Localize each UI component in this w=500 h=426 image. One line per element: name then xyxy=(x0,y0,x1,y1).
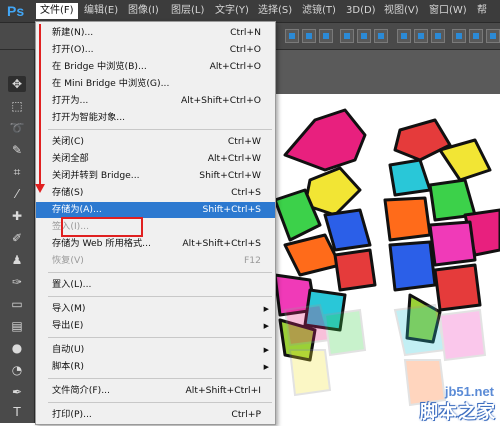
menu-separator xyxy=(48,272,272,273)
menu-item-browse-mini-bridge[interactable]: 在 Mini Bridge 中浏览(G)... xyxy=(36,76,275,92)
menu-item-open-as[interactable]: 打开为... Alt+Shift+Ctrl+O xyxy=(36,93,275,109)
menu-item-place[interactable]: 置入(L)... xyxy=(36,277,275,293)
pen-tool-icon[interactable]: ✒ xyxy=(8,384,26,400)
highlight-box xyxy=(61,217,143,237)
watermark-brand: 脚本之家 xyxy=(420,402,496,423)
distribute-hcenter-icon[interactable] xyxy=(469,29,483,43)
submenu-arrow-icon: ▶ xyxy=(263,346,269,354)
menu-item-file-info[interactable]: 文件简介(F)... Alt+Shift+Ctrl+I xyxy=(36,383,275,399)
blur-tool-icon[interactable]: ● xyxy=(8,340,26,356)
menu-item-save[interactable]: 存储(S) Ctrl+S xyxy=(36,185,275,201)
menu-help[interactable]: 帮 xyxy=(473,3,491,19)
menu-separator xyxy=(48,337,272,338)
submenu-arrow-icon: ▶ xyxy=(263,322,269,330)
menu-separator xyxy=(48,402,272,403)
crop-tool-icon[interactable]: ⌗ xyxy=(8,164,26,180)
dodge-tool-icon[interactable]: ◔ xyxy=(8,362,26,378)
move-tool-icon[interactable]: ✥ xyxy=(8,76,26,92)
align-bottom-icon[interactable] xyxy=(319,29,333,43)
menubar: Ps 文件(F) 编辑(E) 图像(I) 图层(L) 文字(Y) 选择(S) 滤… xyxy=(0,0,500,23)
menu-edit[interactable]: 编辑(E) xyxy=(80,3,122,19)
menu-item-close-go-bridge[interactable]: 关闭并转到 Bridge... Shift+Ctrl+W xyxy=(36,168,275,184)
menu-type[interactable]: 文字(Y) xyxy=(211,3,253,19)
menu-item-save-for-web[interactable]: 存储为 Web 所用格式... Alt+Shift+Ctrl+S xyxy=(36,236,275,252)
menu-item-open[interactable]: 打开(O)... Ctrl+O xyxy=(36,42,275,58)
menu-item-automate[interactable]: 自动(U) ▶ xyxy=(36,342,275,358)
distribute-vcenter-icon[interactable] xyxy=(414,29,428,43)
lasso-tool-icon[interactable]: ➰ xyxy=(8,120,26,136)
annotation-arrow-head-icon xyxy=(35,184,45,193)
history-brush-tool-icon[interactable]: ✑ xyxy=(8,274,26,290)
align-left-icon[interactable] xyxy=(340,29,354,43)
submenu-arrow-icon: ▶ xyxy=(263,363,269,371)
menu-layer[interactable]: 图层(L) xyxy=(167,3,208,19)
watermark-site: jb51.net xyxy=(444,384,494,399)
menu-item-browse-bridge[interactable]: 在 Bridge 中浏览(B)... Alt+Ctrl+O xyxy=(36,59,275,75)
menu-filter[interactable]: 滤镜(T) xyxy=(298,3,340,19)
menu-item-print[interactable]: 打印(P)... Ctrl+P xyxy=(36,407,275,423)
brush-tool-icon[interactable]: ✐ xyxy=(8,230,26,246)
quick-select-tool-icon[interactable]: ✎ xyxy=(8,142,26,158)
menu-item-scripts[interactable]: 脚本(R) ▶ xyxy=(36,359,275,375)
spot-healing-tool-icon[interactable]: ✚ xyxy=(8,208,26,224)
distribute-bottom-icon[interactable] xyxy=(431,29,445,43)
photoshop-logo: Ps xyxy=(7,3,25,19)
marquee-tool-icon[interactable]: ⬚ xyxy=(8,98,26,114)
menu-image[interactable]: 图像(I) xyxy=(124,3,163,19)
menu-item-import[interactable]: 导入(M) ▶ xyxy=(36,301,275,317)
tools-panel: ✥ ⬚ ➰ ✎ ⌗ ⁄ ✚ ✐ ♟ ✑ ▭ ▤ ● ◔ ✒ T xyxy=(0,50,35,423)
menu-item-open-smart-object[interactable]: 打开为智能对象... xyxy=(36,110,275,126)
type-tool-icon[interactable]: T xyxy=(8,404,26,420)
menu-item-export[interactable]: 导出(E) ▶ xyxy=(36,318,275,334)
menu-view[interactable]: 视图(V) xyxy=(380,3,423,19)
menu-item-save-as[interactable]: 存储为(A)... Shift+Ctrl+S xyxy=(36,202,275,218)
menu-item-revert: 恢复(V) F12 xyxy=(52,255,261,266)
file-menu-dropdown: 新建(N)... Ctrl+N 打开(O)... Ctrl+O 在 Bridge… xyxy=(35,21,276,425)
distribute-top-icon[interactable] xyxy=(397,29,411,43)
menu-window[interactable]: 窗口(W) xyxy=(425,3,471,19)
align-hcenter-icon[interactable] xyxy=(357,29,371,43)
align-top-icon[interactable] xyxy=(285,29,299,43)
menu-3d[interactable]: 3D(D) xyxy=(342,3,380,19)
menu-item-new[interactable]: 新建(N)... Ctrl+N xyxy=(36,25,275,41)
menu-item-close-all[interactable]: 关闭全部 Alt+Ctrl+W xyxy=(36,151,275,167)
annotation-arrow-line xyxy=(39,24,41,186)
menu-file[interactable]: 文件(F) xyxy=(36,3,78,19)
menu-separator xyxy=(48,296,272,297)
eyedropper-tool-icon[interactable]: ⁄ xyxy=(8,186,26,202)
align-vcenter-icon[interactable] xyxy=(302,29,316,43)
menu-separator xyxy=(48,129,272,130)
clone-stamp-tool-icon[interactable]: ♟ xyxy=(8,252,26,268)
submenu-arrow-icon: ▶ xyxy=(263,305,269,313)
gradient-tool-icon[interactable]: ▤ xyxy=(8,318,26,334)
menu-item-close[interactable]: 关闭(C) Ctrl+W xyxy=(36,134,275,150)
distribute-right-icon[interactable] xyxy=(486,29,500,43)
menu-select[interactable]: 选择(S) xyxy=(254,3,296,19)
distribute-left-icon[interactable] xyxy=(452,29,466,43)
menu-separator xyxy=(48,378,272,379)
eraser-tool-icon[interactable]: ▭ xyxy=(8,296,26,312)
align-right-icon[interactable] xyxy=(374,29,388,43)
